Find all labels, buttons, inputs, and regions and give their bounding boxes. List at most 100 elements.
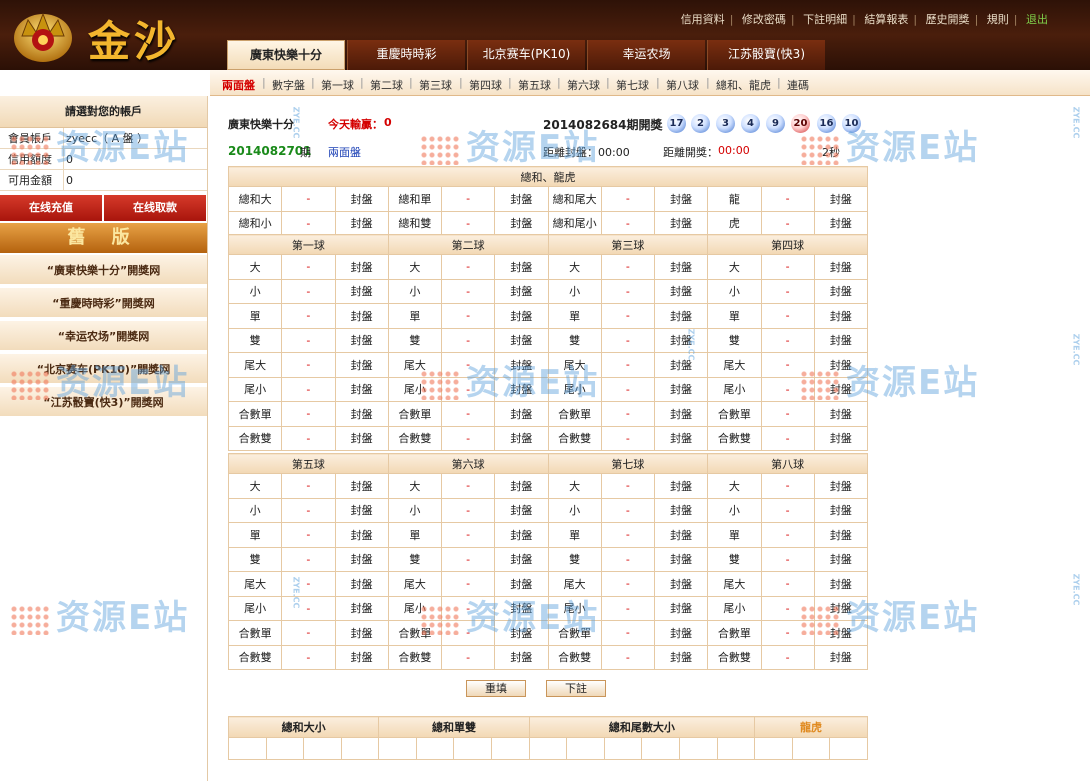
subnav-ball-1[interactable]: 第一球	[321, 77, 354, 93]
reset-button[interactable]: 重填	[466, 680, 526, 697]
link-settlement-report[interactable]: 結算報表	[864, 13, 908, 26]
odds-cell[interactable]: -	[760, 644, 815, 670]
tab-bj-pk10[interactable]: 北京赛车(PK10)	[467, 40, 585, 70]
link-draw-history[interactable]: 歷史開獎	[926, 13, 970, 26]
bet-status[interactable]: 封盤	[813, 546, 869, 572]
odds-cell[interactable]: -	[440, 186, 496, 212]
bet-status[interactable]: 封盤	[653, 210, 709, 236]
odds-cell[interactable]: -	[600, 595, 656, 621]
bet-status[interactable]: 封盤	[653, 352, 709, 378]
odds-cell[interactable]: -	[440, 303, 496, 329]
odds-cell[interactable]: -	[440, 473, 496, 499]
bet-status[interactable]: 封盤	[494, 327, 549, 353]
bet-status[interactable]: 封盤	[334, 186, 389, 212]
logout-link[interactable]: 退出	[1026, 13, 1048, 26]
odds-cell[interactable]: -	[600, 254, 656, 280]
bet-status[interactable]: 封盤	[813, 254, 869, 280]
bet-status[interactable]: 封盤	[334, 571, 389, 597]
bet-status[interactable]: 封盤	[653, 303, 709, 329]
odds-cell[interactable]: -	[600, 425, 656, 451]
odds-cell[interactable]: -	[440, 546, 496, 572]
bet-status[interactable]: 封盤	[494, 473, 549, 499]
odds-cell[interactable]: -	[600, 376, 656, 402]
bet-status[interactable]: 封盤	[813, 352, 869, 378]
odds-cell[interactable]: -	[440, 571, 496, 597]
odds-cell[interactable]: -	[281, 620, 336, 646]
tab-lucky-farm[interactable]: 幸运农场	[587, 40, 705, 70]
odds-cell[interactable]: -	[600, 278, 656, 304]
odds-cell[interactable]: -	[281, 425, 336, 451]
odds-cell[interactable]: -	[760, 303, 815, 329]
odds-cell[interactable]: -	[440, 278, 496, 304]
bet-status[interactable]: 封盤	[494, 278, 549, 304]
odds-cell[interactable]: -	[600, 620, 656, 646]
bet-status[interactable]: 封盤	[494, 254, 549, 280]
bet-status[interactable]: 封盤	[334, 254, 389, 280]
odds-cell[interactable]: -	[600, 186, 656, 212]
link-credit-info[interactable]: 信用資料	[681, 13, 725, 26]
bet-status[interactable]: 封盤	[653, 254, 709, 280]
subnav-ball-5[interactable]: 第五球	[518, 77, 551, 93]
odds-cell[interactable]: -	[281, 186, 336, 212]
odds-cell[interactable]: -	[281, 376, 336, 402]
bet-status[interactable]: 封盤	[334, 401, 389, 427]
bet-status[interactable]: 封盤	[813, 401, 869, 427]
bet-status[interactable]: 封盤	[813, 327, 869, 353]
bet-status[interactable]: 封盤	[494, 303, 549, 329]
odds-cell[interactable]: -	[440, 595, 496, 621]
history-header[interactable]: 總和單雙	[378, 716, 530, 738]
odds-cell[interactable]: -	[760, 546, 815, 572]
bet-status[interactable]: 封盤	[813, 620, 869, 646]
odds-cell[interactable]: -	[760, 425, 815, 451]
bet-status[interactable]: 封盤	[494, 352, 549, 378]
odds-cell[interactable]: -	[760, 376, 815, 402]
odds-cell[interactable]: -	[440, 210, 496, 236]
odds-cell[interactable]: -	[281, 401, 336, 427]
odds-cell[interactable]: -	[760, 327, 815, 353]
bet-status[interactable]: 封盤	[813, 376, 869, 402]
odds-cell[interactable]: -	[440, 327, 496, 353]
odds-cell[interactable]: -	[440, 352, 496, 378]
odds-cell[interactable]: -	[760, 401, 815, 427]
bet-status[interactable]: 封盤	[334, 473, 389, 499]
subnav-ball-3[interactable]: 第三球	[419, 77, 452, 93]
tab-gd-happy10[interactable]: 廣東快樂十分	[227, 40, 345, 70]
odds-cell[interactable]: -	[281, 303, 336, 329]
bet-status[interactable]: 封盤	[653, 546, 709, 572]
bet-status[interactable]: 封盤	[653, 376, 709, 402]
odds-cell[interactable]: -	[760, 473, 815, 499]
odds-cell[interactable]: -	[600, 401, 656, 427]
bet-status[interactable]: 封盤	[494, 186, 549, 212]
old-version-button[interactable]: 舊 版	[0, 223, 207, 253]
tab-js-k3[interactable]: 江苏骰寶(快3)	[707, 40, 825, 70]
subnav-ball-8[interactable]: 第八球	[666, 77, 699, 93]
odds-cell[interactable]: -	[281, 352, 336, 378]
bet-status[interactable]: 封盤	[494, 425, 549, 451]
odds-cell[interactable]: -	[760, 595, 815, 621]
odds-cell[interactable]: -	[281, 571, 336, 597]
odds-cell[interactable]: -	[440, 401, 496, 427]
odds-cell[interactable]: -	[281, 278, 336, 304]
bet-status[interactable]: 封盤	[813, 278, 869, 304]
odds-cell[interactable]: -	[440, 644, 496, 670]
odds-cell[interactable]: -	[281, 327, 336, 353]
bet-status[interactable]: 封盤	[653, 186, 709, 212]
bet-status[interactable]: 封盤	[494, 620, 549, 646]
odds-cell[interactable]: -	[281, 546, 336, 572]
bet-status[interactable]: 封盤	[813, 571, 869, 597]
bet-status[interactable]: 封盤	[813, 303, 869, 329]
bet-status[interactable]: 封盤	[813, 522, 869, 548]
odds-cell[interactable]: -	[281, 595, 336, 621]
sidelink-js-k3[interactable]: “江苏骰寶(快3)”開獎网	[0, 387, 207, 418]
sidelink-gd-happy10[interactable]: “廣東快樂十分”開獎网	[0, 255, 207, 286]
odds-cell[interactable]: -	[281, 254, 336, 280]
odds-cell[interactable]: -	[760, 571, 815, 597]
bet-status[interactable]: 封盤	[813, 497, 869, 523]
odds-cell[interactable]: -	[440, 376, 496, 402]
bet-status[interactable]: 封盤	[494, 595, 549, 621]
odds-cell[interactable]: -	[760, 254, 815, 280]
bet-status[interactable]: 封盤	[653, 571, 709, 597]
bet-status[interactable]: 封盤	[813, 425, 869, 451]
odds-cell[interactable]: -	[600, 352, 656, 378]
bet-status[interactable]: 封盤	[494, 401, 549, 427]
